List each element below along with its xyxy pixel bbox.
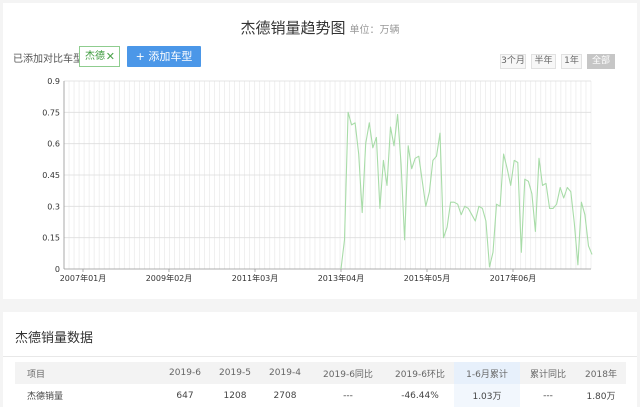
table-header-row: 项目 2019-6 2019-5 2019-4 2019-6同比 2019-6环…	[15, 362, 626, 384]
sales-table: 项目 2019-6 2019-5 2019-4 2019-6同比 2019-6环…	[15, 362, 626, 407]
table-cell: 1.80万	[586, 392, 616, 402]
section-divider	[3, 356, 637, 357]
table-cell: -46.44%	[401, 390, 439, 401]
y-tick-label: 0.3	[47, 202, 60, 211]
y-tick-label: 0.75	[42, 108, 60, 117]
table-header: 累计同比	[520, 362, 576, 384]
table-row: 杰德销量 647 1208 2708 --- -46.44% 1.03万 ---…	[15, 384, 626, 407]
x-tick-label: 2009年02月	[146, 273, 193, 283]
table-header: 1-6月累计	[454, 362, 520, 384]
table-header: 2019-4	[260, 362, 310, 384]
y-tick-label: 0.45	[42, 171, 60, 180]
x-tick-label: 2013年04月	[318, 273, 365, 283]
series-line	[340, 111, 593, 270]
table-header: 2019-6环比	[386, 362, 454, 384]
sales-trend-chart: 0.9 0.75 0.6 0.45 0.3 0.15 02007年01月 2009年02月 20…	[42, 77, 593, 283]
table-cell: ---	[543, 390, 553, 401]
table-cell: ---	[343, 390, 353, 401]
data-panel: 杰德销量数据 项目 2019-6 2019-5 2019-4 2019-6同比 …	[3, 312, 637, 407]
table-header: 2019-6	[160, 362, 210, 384]
table-header: 2019-6同比	[310, 362, 386, 384]
table-header: 2019-5	[210, 362, 260, 384]
y-tick-label: 0	[55, 265, 60, 274]
table-header: 项目	[15, 362, 160, 384]
chart-panel: 杰德销量趋势图 单位：万辆 已添加对比车型： 杰德 ✕ + 添加车型 3个月 半年…	[3, 3, 637, 299]
x-tick-label: 2015年05月	[404, 273, 451, 283]
table-cell: 1.03万	[454, 384, 520, 407]
table-cell: 647	[176, 390, 194, 401]
x-tick-label: 2011年03月	[232, 273, 279, 283]
table-header: 2018年	[576, 362, 626, 384]
x-tick-label: 2017年06月	[490, 273, 537, 283]
table-cell: 2708	[273, 390, 297, 401]
y-tick-label: 0.6	[47, 140, 60, 149]
y-tick-label: 0.15	[42, 234, 60, 243]
table-cell: 杰德销量	[27, 392, 64, 402]
section-title: 杰德销量数据	[15, 331, 94, 346]
x-tick-label: 2007年01月	[60, 273, 107, 283]
y-tick-label: 0.9	[47, 77, 60, 86]
table-cell: 1208	[223, 390, 247, 401]
